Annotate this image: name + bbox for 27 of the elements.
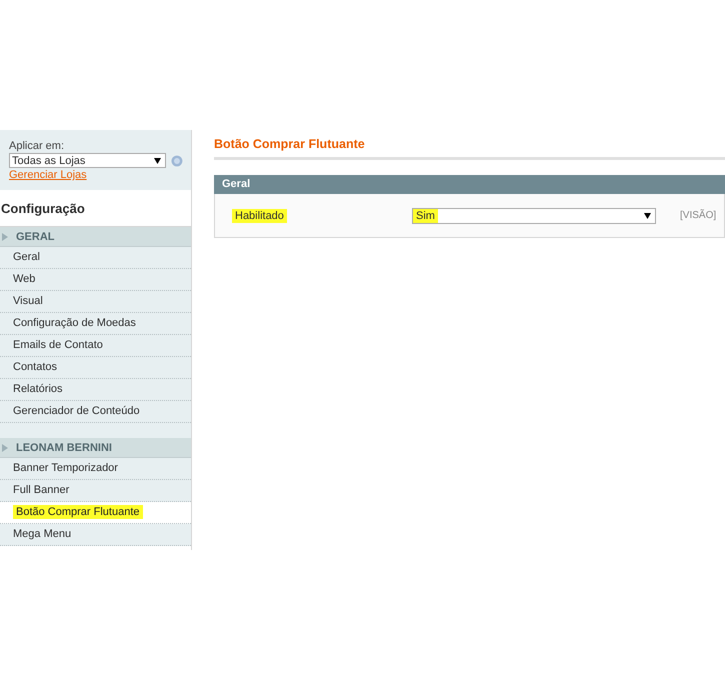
sidebar-item[interactable]: Relatórios bbox=[0, 379, 191, 401]
field-label: Habilitado bbox=[232, 208, 287, 222]
page-title: Botão Comprar Flutuante bbox=[214, 137, 366, 151]
sidebar-item[interactable]: Emails de Contato bbox=[0, 335, 191, 357]
sidebar-item[interactable]: Web bbox=[0, 269, 191, 291]
store-select[interactable]: Todas as Lojas bbox=[9, 153, 166, 168]
section-header[interactable]: GERAL bbox=[0, 227, 191, 247]
sidebar-item[interactable]: Contatos bbox=[0, 357, 191, 379]
caret-icon bbox=[644, 212, 651, 218]
triangle-icon bbox=[2, 232, 8, 240]
fieldset-header: Geral bbox=[214, 175, 725, 194]
section-header[interactable]: LEONAM BERNINI bbox=[0, 438, 191, 458]
section-title: LEONAM BERNINI bbox=[16, 442, 112, 454]
apply-label: Aplicar em: bbox=[9, 140, 66, 152]
caret-icon bbox=[154, 158, 162, 164]
enabled-select[interactable]: Sim bbox=[412, 208, 656, 224]
sidebar-item[interactable]: Visual bbox=[0, 291, 191, 313]
sidebar-item[interactable]: Geral bbox=[0, 247, 191, 269]
section-title: GERAL bbox=[16, 230, 54, 242]
sidebar-item[interactable]: Botão Comprar Flutuante bbox=[0, 502, 191, 524]
sidebar-item[interactable]: Gerenciador de Conteúdo bbox=[0, 401, 191, 423]
scope-label: [VISÃO] bbox=[680, 210, 716, 221]
triangle-icon bbox=[2, 444, 8, 452]
sidebar-item[interactable]: Configuração de Moedas bbox=[0, 313, 191, 335]
sidebar-item[interactable]: Banner Temporizador bbox=[0, 458, 191, 480]
help-icon[interactable] bbox=[171, 154, 183, 166]
sidebar-item[interactable]: Mega Menu bbox=[0, 524, 191, 546]
